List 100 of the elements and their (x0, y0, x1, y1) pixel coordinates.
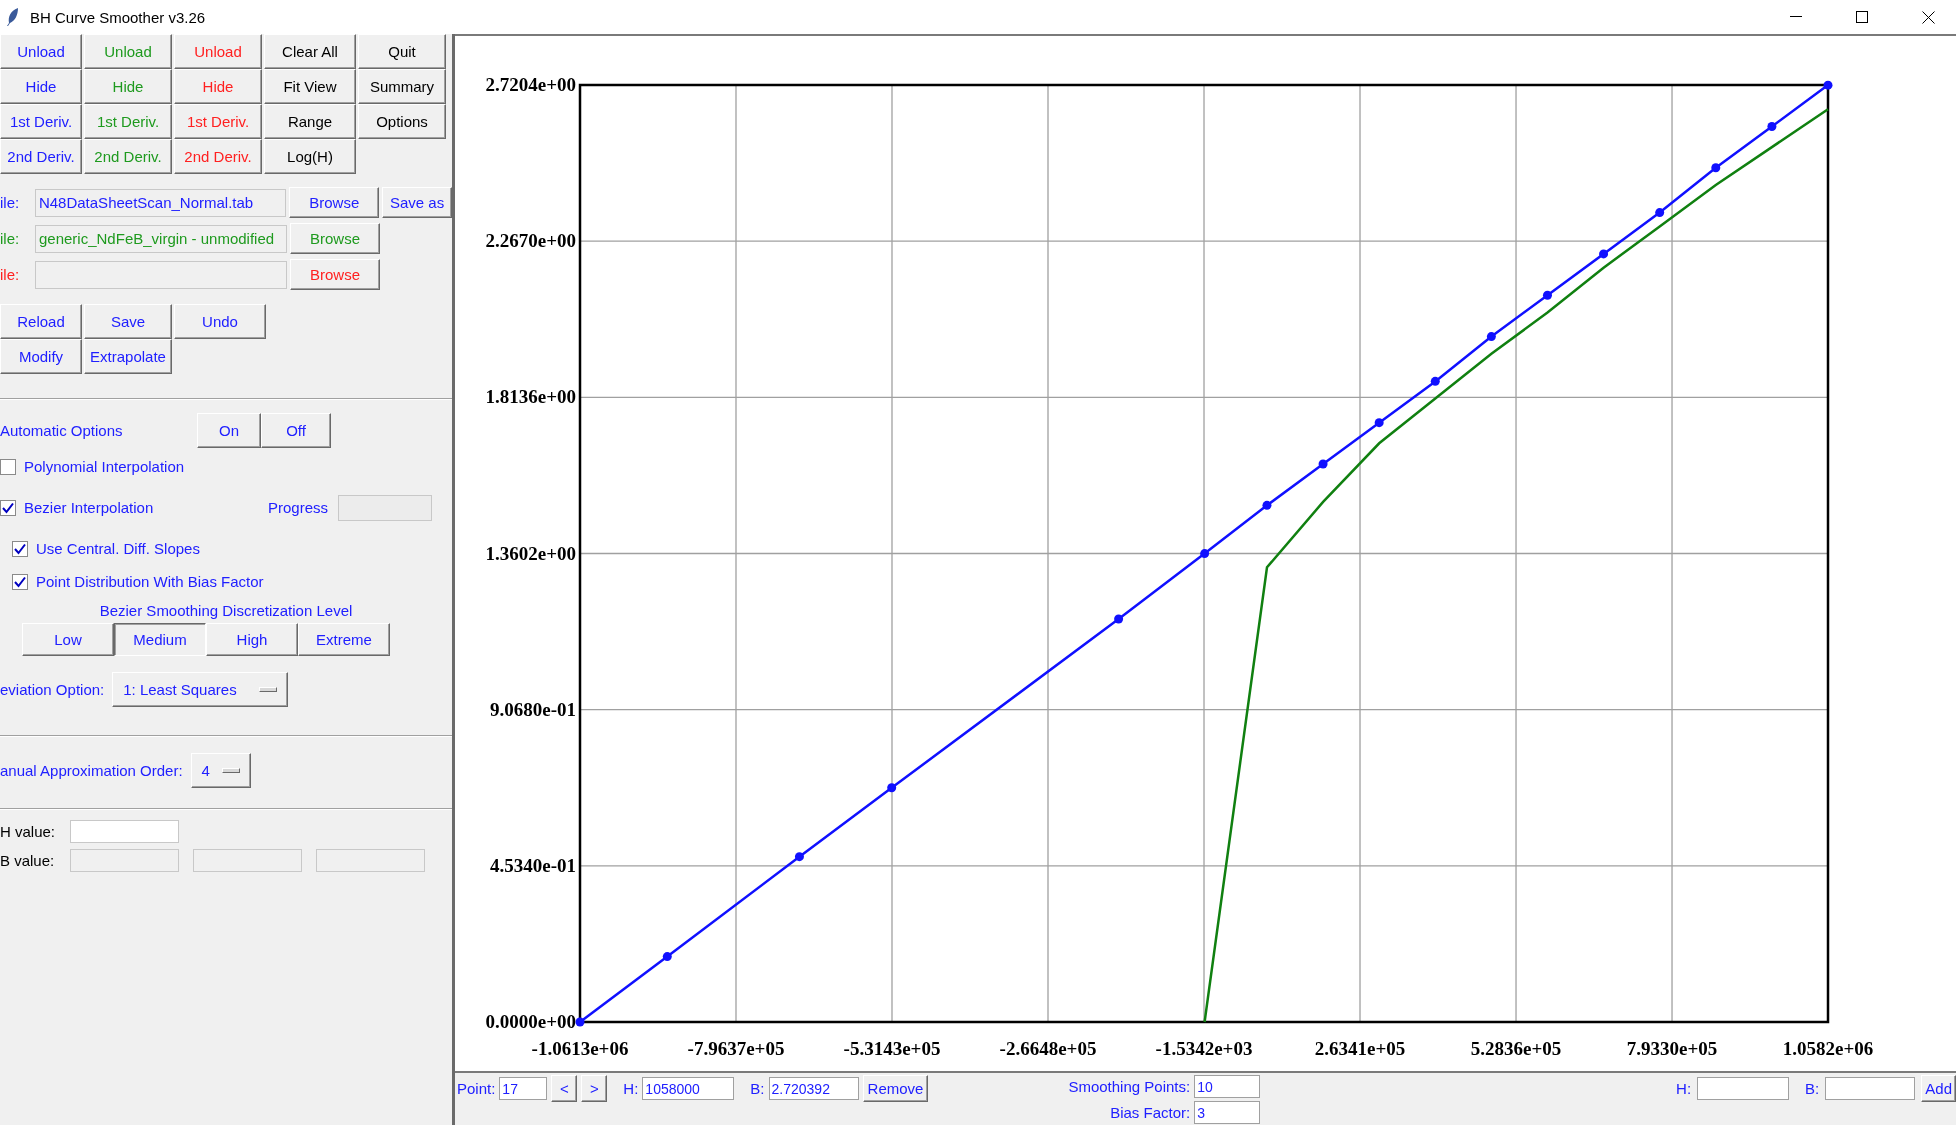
toolbar-button[interactable]: Hide (0, 69, 82, 104)
b-value-label: B value: (0, 852, 56, 869)
file-label: ile: (0, 266, 21, 283)
data-point-marker[interactable] (1318, 459, 1328, 469)
file-label: ile: (0, 194, 21, 211)
action-button[interactable]: Extrapolate (84, 339, 172, 374)
browse-button[interactable]: Save as (382, 187, 452, 218)
minimize-icon (1790, 16, 1802, 18)
bias-factor-label: Bias Factor: (1110, 1104, 1191, 1121)
approximation-order-dropdown[interactable]: 4 (190, 753, 251, 788)
data-point-marker[interactable] (662, 952, 672, 962)
smoothing-points-label: Smoothing Points: (1068, 1078, 1191, 1095)
data-point-marker[interactable] (887, 783, 897, 793)
browse-button[interactable]: Browse (289, 187, 380, 218)
data-point-marker[interactable] (1543, 290, 1552, 300)
y-tick-label: 1.3602e+00 (485, 542, 576, 564)
data-point-marker[interactable] (1823, 80, 1833, 90)
checkbox[interactable] (0, 499, 16, 516)
new-h-label: H: (1676, 1080, 1692, 1097)
progress-field[interactable] (338, 494, 432, 521)
y-tick-label: 2.7204e+00 (485, 74, 576, 95)
data-point-marker[interactable] (1767, 121, 1777, 131)
deviation-option-dropdown[interactable]: 1: Least Squares (112, 672, 289, 707)
toolbar-button[interactable]: Clear All (264, 34, 356, 69)
b-label: B: (750, 1080, 765, 1097)
file-path-field[interactable] (35, 260, 287, 289)
option-label: Point Distribution With Bias Factor (36, 573, 264, 590)
option-label: Polynomial Interpolation (24, 458, 185, 475)
data-point-marker[interactable] (1200, 549, 1210, 559)
option-label: Bezier Interpolation (24, 499, 154, 516)
data-point-marker[interactable] (1374, 418, 1384, 428)
toolbar-button[interactable]: Log(H) (264, 139, 356, 174)
action-button[interactable]: Modify (0, 339, 82, 374)
x-tick-label: -5.3143e+05 (843, 1038, 941, 1059)
h-field[interactable]: 1058000 (642, 1077, 735, 1100)
data-point-marker[interactable] (1430, 376, 1440, 386)
h-value-label: H value: (0, 823, 57, 840)
close-icon (1921, 10, 1935, 24)
toolbar-button[interactable]: 1st Deriv. (0, 104, 82, 139)
level-button[interactable]: Extreme (298, 623, 390, 656)
new-h-field[interactable] (1697, 1077, 1790, 1100)
smoothing-points-field[interactable]: 10 (1194, 1075, 1261, 1098)
file-label: ile: (0, 230, 21, 247)
x-tick-label: 2.6341e+05 (1314, 1038, 1406, 1059)
toolbar-button[interactable]: Summary (358, 69, 446, 104)
y-tick-label: 9.0680e-01 (490, 698, 576, 720)
window-title: BH Curve Smoother v3.26 (30, 8, 207, 26)
toolbar-button[interactable]: Quit (358, 34, 446, 69)
deviation-option-label: eviation Option: (0, 681, 105, 698)
toolbar-button[interactable]: Unload (0, 34, 82, 69)
maximize-icon (1856, 11, 1868, 23)
x-tick-label: -1.5342e+03 (1155, 1038, 1253, 1059)
checkbox[interactable] (12, 540, 28, 557)
x-tick-label: 5.2836e+05 (1470, 1038, 1562, 1059)
data-point-marker[interactable] (794, 852, 804, 862)
y-tick-label: 4.5340e-01 (490, 854, 576, 876)
toggle-button[interactable]: On (197, 413, 261, 448)
add-button[interactable]: Add (1921, 1075, 1956, 1102)
level-button[interactable]: Low (22, 623, 114, 656)
action-button[interactable]: Undo (174, 304, 266, 339)
new-b-field[interactable] (1825, 1077, 1916, 1100)
bias-factor-field[interactable]: 3 (1194, 1101, 1261, 1124)
checkbox[interactable] (12, 573, 28, 590)
toolbar-button[interactable]: Range (264, 104, 356, 139)
toolbar-button[interactable]: 2nd Deriv. (0, 139, 82, 174)
x-tick-label: 7.9330e+05 (1626, 1038, 1718, 1059)
feather-icon (6, 7, 20, 27)
automatic-options-label: Automatic Options (0, 422, 124, 439)
checkbox[interactable] (0, 458, 16, 475)
action-button[interactable]: Reload (0, 304, 82, 339)
action-button[interactable]: Save (84, 304, 172, 339)
file-path-field[interactable]: N48DataSheetScan_Normal.tab (34, 188, 287, 217)
toolbar-button[interactable]: Options (358, 104, 446, 139)
previous-point-button[interactable]: < (551, 1075, 578, 1102)
x-tick-label: 1.0582e+06 (1782, 1038, 1874, 1059)
data-point-marker[interactable] (1114, 614, 1124, 624)
progress-label: Progress (267, 499, 328, 516)
data-point-marker[interactable] (1599, 249, 1609, 259)
b-value-field[interactable] (193, 849, 302, 872)
data-point-marker[interactable] (1655, 208, 1665, 218)
new-b-label: B: (1805, 1080, 1820, 1097)
option-label: Use Central. Diff. Slopes (36, 540, 200, 557)
data-point-marker[interactable] (575, 1017, 585, 1027)
level-button[interactable]: High (206, 623, 298, 656)
data-point-marker[interactable] (1711, 163, 1721, 173)
level-button[interactable]: Medium (114, 623, 206, 656)
next-point-button[interactable]: > (581, 1075, 608, 1102)
toggle-button[interactable]: Off (261, 413, 331, 448)
point-label: Point: (457, 1080, 496, 1097)
data-point-marker[interactable] (1262, 500, 1272, 510)
toolbar-button[interactable]: Fit View (264, 69, 356, 104)
b-value-field[interactable] (316, 849, 425, 872)
b-value-field[interactable] (70, 849, 179, 872)
b-field[interactable]: 2.720392 (768, 1077, 859, 1100)
h-label: H: (623, 1080, 639, 1097)
data-point-marker[interactable] (1486, 332, 1496, 342)
approximation-order-label: anual Approximation Order: (0, 762, 183, 779)
h-value-field[interactable] (70, 820, 179, 843)
remove-button[interactable]: Remove (862, 1075, 929, 1102)
point-field[interactable]: 17 (499, 1077, 548, 1100)
